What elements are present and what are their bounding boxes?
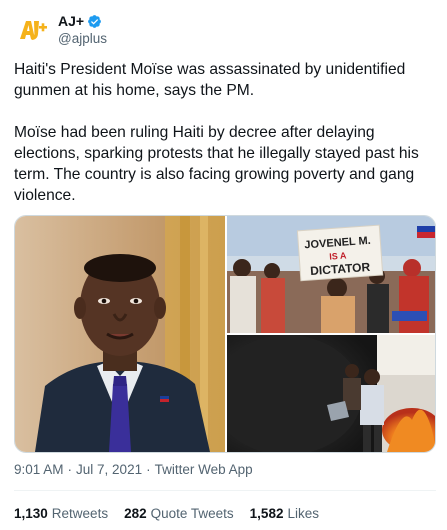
tweet-meta: 9:01 AM · Jul 7, 2021 · Twitter Web App <box>14 461 253 479</box>
media-grid: JOVENEL M. IS A DICTATOR <box>14 215 436 453</box>
retweets-count: 1,130 <box>14 506 48 521</box>
quotes-count: 282 <box>124 506 147 521</box>
tweet-stats: 1,130 Retweets 282 Quote Tweets 1,582 Li… <box>14 505 319 523</box>
likes-count: 1,582 <box>249 506 284 521</box>
sign-line-2: IS A <box>329 250 347 261</box>
quote-tweets-stat[interactable]: 282 Quote Tweets <box>124 505 234 523</box>
tweet-header: AJ+ @ajplus <box>14 12 107 48</box>
photo-fire[interactable] <box>227 335 435 452</box>
meta-separator: · <box>67 462 73 477</box>
likes-stat[interactable]: 1,582 Likes <box>250 505 319 523</box>
fire-image <box>227 335 435 452</box>
likes-label: Likes <box>287 506 319 521</box>
tweet-date[interactable]: Jul 7, 2021 <box>76 461 142 479</box>
account-names: AJ+ @ajplus <box>58 13 107 47</box>
handle[interactable]: @ajplus <box>58 30 107 47</box>
divider <box>14 490 436 491</box>
quotes-label: Quote Tweets <box>150 506 234 521</box>
meta-separator: · <box>146 462 151 477</box>
portrait-image <box>15 216 225 452</box>
retweets-label: Retweets <box>51 506 109 521</box>
ajplus-logo-icon <box>14 12 50 48</box>
tweet-card: AJ+ @ajplus Haiti's President Moïse was … <box>0 0 447 530</box>
protest-image: JOVENEL M. IS A DICTATOR <box>227 216 435 333</box>
avatar[interactable] <box>14 12 50 48</box>
name-row: AJ+ <box>58 13 107 30</box>
retweets-stat[interactable]: 1,130 Retweets <box>14 505 108 523</box>
photo-protest[interactable]: JOVENEL M. IS A DICTATOR <box>227 216 435 333</box>
photo-portrait[interactable] <box>15 216 225 452</box>
tweet-source[interactable]: Twitter Web App <box>155 461 253 479</box>
tweet-time[interactable]: 9:01 AM <box>14 461 64 479</box>
display-name[interactable]: AJ+ <box>58 13 84 30</box>
tweet-paragraph-2: Moïse had been ruling Haiti by decree af… <box>14 124 419 204</box>
verified-badge-icon <box>88 15 101 28</box>
tweet-paragraph-1: Haiti's President Moïse was assassinated… <box>14 61 406 99</box>
tweet-text: Haiti's President Moïse was assassinated… <box>14 59 436 206</box>
